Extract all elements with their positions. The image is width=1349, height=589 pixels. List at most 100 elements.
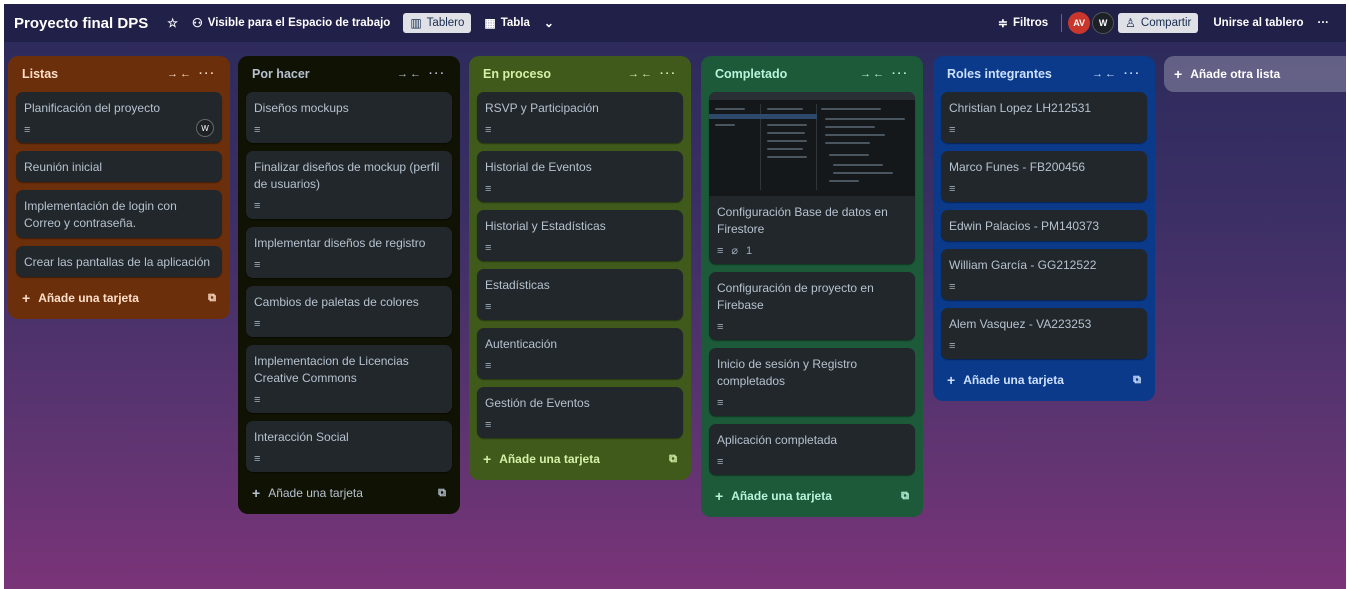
list-menu-icon[interactable]: ···: [660, 68, 677, 80]
add-card-label: Añade una tarjeta: [499, 452, 600, 466]
card[interactable]: Reunión inicial: [16, 151, 222, 182]
card-cover-image: [709, 92, 915, 196]
description-icon: ≡: [254, 317, 261, 330]
card[interactable]: Crear las pantallas de la aplicación: [16, 246, 222, 277]
cover-highlight: [709, 114, 761, 119]
card[interactable]: Implementación de login con Correo y con…: [16, 190, 222, 238]
add-card-button[interactable]: + Añade una tarjeta ⧉: [246, 480, 452, 506]
cover-line: [825, 134, 885, 136]
collapse-icon[interactable]: →←: [397, 68, 423, 80]
card[interactable]: Configuración de proyecto en Firebase ≡: [709, 272, 915, 340]
card[interactable]: William García - GG212522 ≡: [941, 249, 1147, 300]
card[interactable]: Edwin Palacios - PM140373: [941, 210, 1147, 241]
card[interactable]: Implementar diseños de registro ≡: [246, 227, 452, 278]
list-en-proceso: En proceso →← ··· RSVP y Participación ≡ …: [469, 56, 691, 480]
card[interactable]: Aplicación completada ≡: [709, 424, 915, 475]
plus-icon: +: [483, 451, 492, 467]
card[interactable]: RSVP y Participación ≡: [477, 92, 683, 143]
card[interactable]: Configuración Base de datos en Firestore…: [709, 92, 915, 264]
cover-line: [767, 132, 805, 134]
card[interactable]: Inicio de sesión y Registro completados ≡: [709, 348, 915, 416]
description-icon: ≡: [254, 258, 261, 271]
card[interactable]: Diseños mockups ≡: [246, 92, 452, 143]
card[interactable]: Alem Vasquez - VA223253 ≡: [941, 308, 1147, 359]
avatar[interactable]: W: [1092, 12, 1115, 34]
add-card-label: Añade una tarjeta: [38, 291, 139, 305]
description-icon: ≡: [949, 182, 956, 195]
list-title[interactable]: En proceso: [483, 67, 628, 81]
cover-line: [821, 108, 881, 110]
board-header: Proyecto final DPS ☆ ⚇ Visible para el E…: [4, 4, 1346, 42]
card-title: Finalizar diseños de mockup (perfil de u…: [254, 160, 440, 191]
card[interactable]: Planificación del proyecto ≡ W: [16, 92, 222, 143]
card-title: Historial y Estadísticas: [485, 219, 606, 233]
add-card-button[interactable]: + Añade una tarjeta ⧉: [477, 446, 683, 472]
visibility-button[interactable]: ⚇ Visible para el Espacio de trabajo: [185, 13, 397, 33]
list-title[interactable]: Completado: [715, 67, 860, 81]
template-icon[interactable]: ⧉: [438, 487, 446, 500]
card[interactable]: Marco Funes - FB200456 ≡: [941, 151, 1147, 202]
description-icon: ≡: [254, 452, 261, 465]
card[interactable]: Estadísticas ≡: [477, 269, 683, 320]
add-card-button[interactable]: + Añade una tarjeta ⧉: [16, 285, 222, 311]
star-button[interactable]: ☆: [160, 13, 185, 33]
collapse-icon[interactable]: →←: [167, 68, 193, 80]
list-menu-icon[interactable]: ···: [429, 68, 446, 80]
card[interactable]: Historial y Estadísticas ≡: [477, 210, 683, 261]
share-button[interactable]: ♙ Compartir: [1118, 13, 1199, 33]
add-card-button[interactable]: + Añade una tarjeta ⧉: [941, 367, 1147, 393]
add-card-button[interactable]: + Añade una tarjeta ⧉: [709, 483, 915, 509]
card[interactable]: Autenticación ≡: [477, 328, 683, 379]
list-menu-icon[interactable]: ···: [1124, 68, 1141, 80]
cover-line: [829, 180, 859, 182]
list-header[interactable]: Roles integrantes →← ···: [941, 56, 1147, 92]
card[interactable]: Historial de Eventos ≡: [477, 151, 683, 202]
card[interactable]: Christian Lopez LH212531 ≡: [941, 92, 1147, 143]
cover-line: [825, 142, 870, 144]
more-menu-button[interactable]: ···: [1311, 13, 1337, 33]
template-icon[interactable]: ⧉: [208, 292, 216, 305]
list-roles-integrantes: Roles integrantes →← ··· Christian Lopez…: [933, 56, 1155, 401]
collapse-icon[interactable]: →←: [860, 68, 886, 80]
view-board-button[interactable]: ▥ Tablero: [403, 13, 472, 33]
add-card-label: Añade una tarjeta: [963, 373, 1064, 387]
template-icon[interactable]: ⧉: [1133, 374, 1141, 387]
template-icon[interactable]: ⧉: [669, 453, 677, 466]
board-title[interactable]: Proyecto final DPS: [14, 15, 148, 32]
card[interactable]: Interacción Social ≡: [246, 421, 452, 472]
description-icon: ≡: [254, 393, 261, 406]
cover-line: [767, 156, 807, 158]
avatar[interactable]: W: [196, 119, 214, 137]
join-board-button[interactable]: Unirse al tablero: [1206, 13, 1310, 33]
list-header[interactable]: Listas →← ···: [16, 56, 222, 92]
description-icon: ≡: [949, 339, 956, 352]
list-title[interactable]: Roles integrantes: [947, 67, 1092, 81]
list-header[interactable]: Completado →← ···: [709, 56, 915, 92]
view-table-button[interactable]: ▦ Tabla: [477, 13, 537, 33]
list-menu-icon[interactable]: ···: [892, 68, 909, 80]
filters-button[interactable]: ≑ Filtros: [991, 13, 1055, 33]
add-list-button[interactable]: + Añade otra lista: [1164, 56, 1346, 92]
board-app: Proyecto final DPS ☆ ⚇ Visible para el E…: [4, 4, 1346, 589]
list-header[interactable]: En proceso →← ···: [477, 56, 683, 92]
cover-toolbar: [709, 92, 915, 100]
cover-line: [833, 164, 883, 166]
plus-icon: +: [947, 372, 956, 388]
list-header[interactable]: Por hacer →← ···: [246, 56, 452, 92]
views-dropdown[interactable]: ⌄: [537, 13, 561, 33]
list-title[interactable]: Listas: [22, 67, 167, 81]
attachment-icon: ⌀: [731, 244, 739, 257]
template-icon[interactable]: ⧉: [901, 490, 909, 503]
collapse-icon[interactable]: →←: [628, 68, 654, 80]
card[interactable]: Finalizar diseños de mockup (perfil de u…: [246, 151, 452, 219]
description-icon: ≡: [485, 182, 492, 195]
card[interactable]: Implementacion de Licencias Creative Com…: [246, 345, 452, 413]
card[interactable]: Cambios de paletas de colores ≡: [246, 286, 452, 337]
avatar[interactable]: AV: [1068, 12, 1091, 34]
cover-line: [767, 124, 807, 126]
collapse-icon[interactable]: →←: [1092, 68, 1118, 80]
description-icon: ≡: [717, 396, 724, 409]
list-menu-icon[interactable]: ···: [199, 68, 216, 80]
list-title[interactable]: Por hacer: [252, 67, 397, 81]
card[interactable]: Gestión de Eventos ≡: [477, 387, 683, 438]
